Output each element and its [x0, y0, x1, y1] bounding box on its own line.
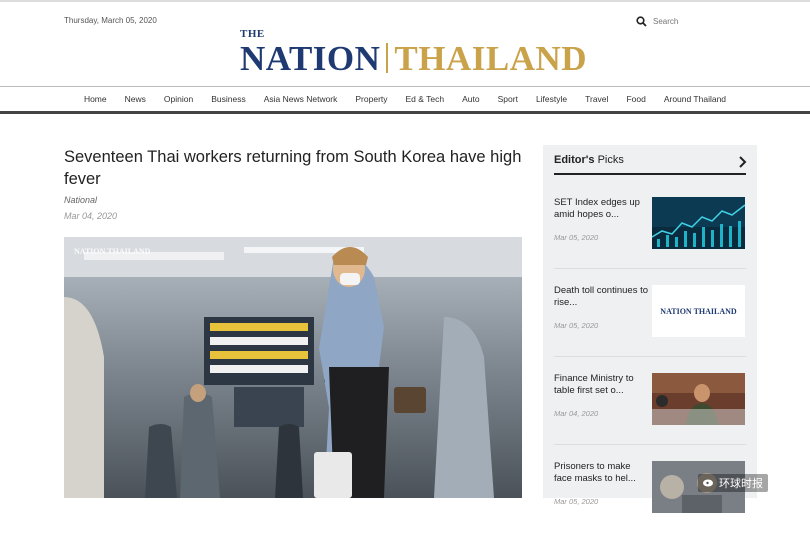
- main-nav: Home News Opinion Business Asia News Net…: [0, 86, 810, 114]
- pick-item[interactable]: Death toll continues to rise... Mar 05, …: [554, 285, 746, 365]
- pick-item[interactable]: Finance Ministry to table first set o...…: [554, 373, 746, 453]
- nav-asia-news-network[interactable]: Asia News Network: [264, 94, 338, 104]
- pick-date: Mar 04, 2020: [554, 409, 599, 418]
- pick-date: Mar 05, 2020: [554, 233, 599, 242]
- source-watermark: 环球时报: [698, 474, 768, 492]
- pick-date: Mar 05, 2020: [554, 321, 599, 330]
- logo-the: THE: [240, 28, 265, 40]
- logo-divider: [386, 43, 389, 73]
- pick-item[interactable]: SET Index edges up amid hopes o... Mar 0…: [554, 197, 746, 277]
- hero-watermark: NATION THAILAND: [74, 247, 151, 256]
- editors-picks-heading[interactable]: Editor's Picks: [554, 154, 624, 166]
- header-date: Thursday, March 05, 2020: [64, 16, 157, 25]
- nav-news[interactable]: News: [125, 94, 146, 104]
- pick-date: Mar 05, 2020: [554, 497, 599, 506]
- nav-travel[interactable]: Travel: [585, 94, 608, 104]
- nav-food[interactable]: Food: [626, 94, 645, 104]
- nav-property[interactable]: Property: [355, 94, 387, 104]
- editors-picks-panel: Editor's Picks SET Index edges up amid h…: [543, 145, 757, 513]
- pick-item[interactable]: Prisoners to make face masks to hel... M…: [554, 461, 746, 541]
- site-logo[interactable]: THE NATION THAILAND: [240, 28, 587, 76]
- pick-separator: [554, 356, 746, 357]
- pick-thumbnail-logo-text: NATION THAILAND: [660, 306, 737, 316]
- article-date: Mar 04, 2020: [64, 211, 118, 221]
- pick-separator: [554, 268, 746, 269]
- nav-lifestyle[interactable]: Lifestyle: [536, 94, 567, 104]
- article-title: Seventeen Thai workers returning from So…: [64, 148, 522, 188]
- pick-thumbnail-nation-logo[interactable]: NATION THAILAND: [652, 285, 745, 337]
- logo-thailand: THAILAND: [394, 39, 588, 78]
- pick-thumbnail-press-conference[interactable]: [652, 373, 745, 425]
- nav-home[interactable]: Home: [84, 94, 107, 104]
- watermark-text: 环球时报: [719, 478, 763, 490]
- editors-picks-divider: [554, 173, 746, 175]
- logo-nation: NATION: [240, 39, 381, 78]
- pick-title[interactable]: Death toll continues to rise...: [554, 285, 650, 309]
- search-box[interactable]: [636, 16, 733, 27]
- editors-picks-heading-bold: Editor's: [554, 154, 595, 166]
- nav-auto[interactable]: Auto: [462, 94, 480, 104]
- editors-picks-heading-rest: Picks: [597, 154, 624, 166]
- search-input[interactable]: [653, 17, 733, 26]
- nav-ed-tech[interactable]: Ed & Tech: [406, 94, 445, 104]
- pick-title[interactable]: SET Index edges up amid hopes o...: [554, 197, 650, 221]
- nav-opinion[interactable]: Opinion: [164, 94, 193, 104]
- nav-business[interactable]: Business: [211, 94, 246, 104]
- nav-sport[interactable]: Sport: [498, 94, 518, 104]
- article-hero-image: NATION THAILAND: [64, 237, 522, 498]
- weibo-icon: [703, 477, 715, 490]
- pick-title[interactable]: Finance Ministry to table first set o...: [554, 373, 650, 397]
- search-icon[interactable]: [636, 16, 647, 27]
- pick-thumbnail-stock-chart[interactable]: [652, 197, 745, 249]
- chevron-right-icon[interactable]: [738, 155, 747, 173]
- pick-separator: [554, 444, 746, 445]
- site-header: Thursday, March 05, 2020 THE NATION THAI…: [0, 0, 810, 88]
- article-section[interactable]: National: [64, 195, 97, 205]
- pick-title[interactable]: Prisoners to make face masks to hel...: [554, 461, 650, 485]
- nav-around-thailand[interactable]: Around Thailand: [664, 94, 726, 104]
